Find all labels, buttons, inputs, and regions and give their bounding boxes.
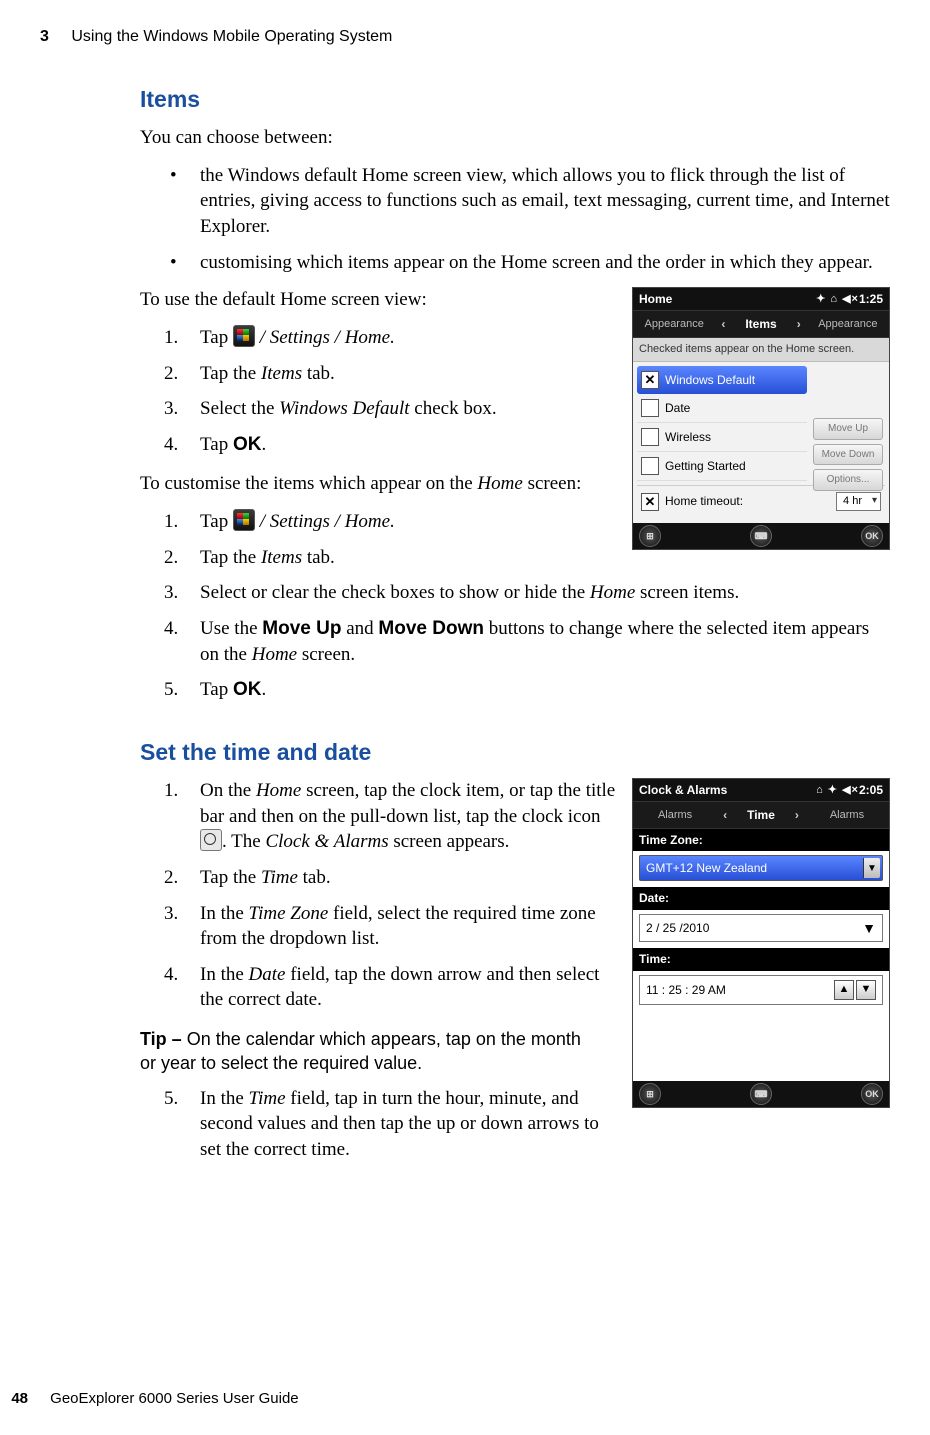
step: In the Time Zone field, select the requi… — [140, 901, 660, 952]
chevron-right-icon[interactable]: › — [789, 807, 805, 823]
shot-clock: 1:25 — [859, 291, 883, 307]
step: Select the Windows Default check box. — [140, 396, 890, 422]
time-field[interactable]: 11 : 25 : 29 AM ▲ ▼ — [639, 975, 883, 1005]
dropdown-icon[interactable]: ▼ — [863, 858, 880, 878]
time-spinner[interactable]: ▲ ▼ — [834, 980, 876, 1000]
up-arrow-icon[interactable]: ▲ — [834, 980, 854, 1000]
heading-set-time: Set the time and date — [140, 737, 890, 768]
tray-icons: ⌂ ✦ ◀× — [816, 783, 859, 798]
step: Tap / Settings / Home. — [140, 325, 890, 351]
tab-mid[interactable]: Time — [733, 807, 789, 823]
step: Tap OK. — [140, 677, 890, 703]
step: In the Time field, tap in turn the hour,… — [140, 1086, 660, 1163]
start-icon — [233, 509, 255, 531]
time-label: Time: — [633, 948, 889, 970]
step: Tap the Items tab. — [140, 545, 890, 571]
shot-clock: 2:05 — [859, 782, 883, 798]
ok-button[interactable]: OK — [861, 1083, 883, 1105]
start-icon — [233, 325, 255, 347]
shot-bottombar: ⊞ ⌨ OK — [633, 1081, 889, 1107]
step: Tap the Time tab. — [140, 865, 660, 891]
down-arrow-icon[interactable]: ▼ — [856, 980, 876, 1000]
book-title: GeoExplorer 6000 Series User Guide — [50, 1390, 298, 1407]
bullet: the Windows default Home screen view, wh… — [140, 163, 890, 240]
items-bullet-list: the Windows default Home screen view, wh… — [140, 163, 890, 276]
date-field[interactable]: 2 / 25 /2010 ▼ — [639, 914, 883, 943]
checkbox-icon[interactable] — [641, 457, 659, 475]
tray-icons: ✦ ⌂ ◀× — [816, 292, 859, 307]
running-header: 3 Using the Windows Mobile Operating Sys… — [40, 28, 890, 46]
checkbox-icon[interactable]: ✕ — [641, 493, 659, 511]
timezone-select[interactable]: GMT+12 New Zealand ▼ — [639, 855, 883, 881]
keyboard-icon[interactable]: ⌨ — [750, 1083, 772, 1105]
bullet: customising which items appear on the Ho… — [140, 250, 890, 276]
tip-text: On the calendar which appears, tap on th… — [140, 1029, 581, 1073]
chapter-title: Using the Windows Mobile Operating Syste… — [71, 28, 392, 45]
tip: Tip – On the calendar which appears, tap… — [140, 1027, 600, 1076]
dropdown-icon[interactable]: ▼ — [862, 919, 876, 938]
step: Select or clear the check boxes to show … — [140, 580, 890, 606]
timezone-label: Time Zone: — [633, 829, 889, 851]
heading-items: Items — [140, 84, 890, 115]
chevron-left-icon[interactable]: ‹ — [717, 807, 733, 823]
step: Tap the Items tab. — [140, 361, 890, 387]
list-item-label: Getting Started — [665, 458, 746, 474]
shot-titlebar: Home ✦ ⌂ ◀× 1:25 — [633, 288, 889, 310]
tab-right[interactable]: Alarms — [805, 808, 889, 823]
footer: 48 GeoExplorer 6000 Series User Guide — [0, 1390, 299, 1407]
chapter-number: 3 — [40, 28, 49, 45]
step: Tap / Settings / Home. — [140, 509, 890, 535]
clock-icon — [200, 829, 222, 851]
shot-tabbar: Alarms ‹ Time › Alarms — [633, 801, 889, 829]
shot-titlebar: Clock & Alarms ⌂ ✦ ◀× 2:05 — [633, 779, 889, 801]
date-label: Date: — [633, 887, 889, 909]
step: Use the Move Up and Move Down buttons to… — [140, 616, 890, 667]
page-number: 48 — [0, 1390, 28, 1407]
timeout-label: Home timeout: — [665, 493, 743, 509]
options-button[interactable]: Options... — [813, 469, 883, 491]
screenshot-clock-alarms: Clock & Alarms ⌂ ✦ ◀× 2:05 Alarms ‹ Time… — [632, 778, 890, 1108]
items-intro: You can choose between: — [140, 125, 890, 151]
step: In the Date field, tap the down arrow an… — [140, 962, 660, 1013]
tip-label: Tip – — [140, 1029, 187, 1049]
shot-title: Home — [639, 291, 672, 307]
step: On the Home screen, tap the clock item, … — [140, 778, 660, 855]
step: Tap OK. — [140, 432, 890, 458]
